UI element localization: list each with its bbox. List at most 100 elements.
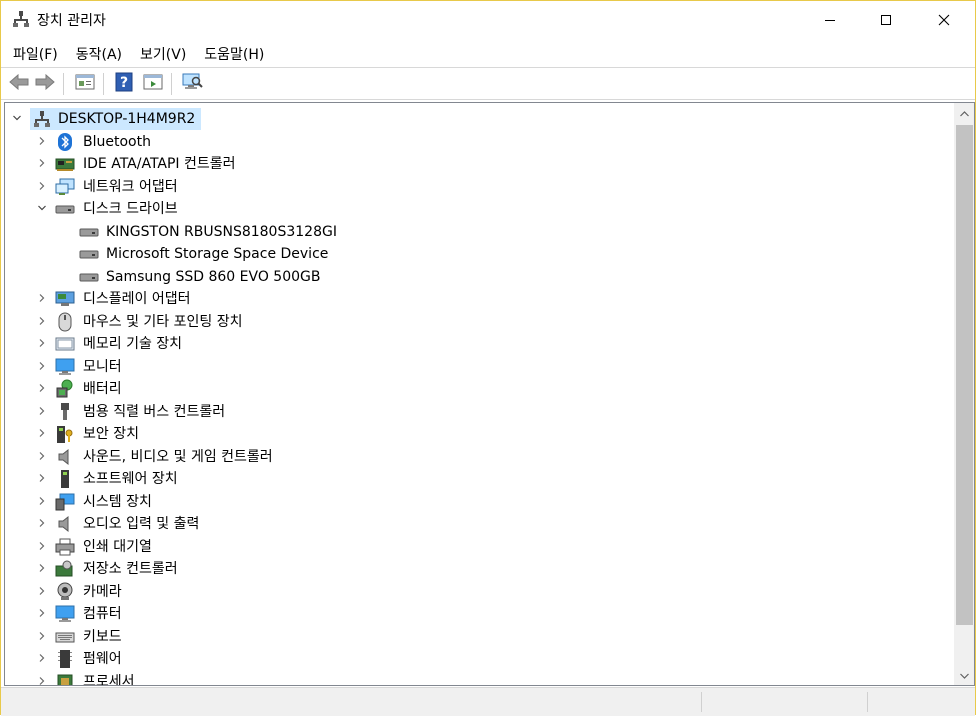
properties-button[interactable]: [73, 72, 97, 96]
svg-text:?: ?: [120, 75, 128, 91]
monitor-icon: [55, 357, 75, 377]
maximize-button[interactable]: [863, 1, 909, 39]
action-icon: [143, 73, 163, 95]
category-collapse-toggle[interactable]: [36, 198, 48, 220]
menu-help[interactable]: 도움말(H): [196, 41, 270, 66]
tree-category-label[interactable]: 소프트웨어 장치: [83, 468, 178, 490]
menu-file[interactable]: 파일(F): [5, 41, 64, 66]
tree-category-label[interactable]: 모니터: [83, 356, 122, 378]
tree-category-label[interactable]: 카메라: [83, 581, 122, 603]
scroll-down-button[interactable]: [954, 665, 974, 685]
category-expand-toggle[interactable]: [36, 131, 48, 153]
network-adapter-icon: [55, 177, 75, 197]
category-expand-toggle[interactable]: [36, 513, 48, 535]
tree-category-label[interactable]: 사운드, 비디오 및 게임 컨트롤러: [83, 446, 273, 468]
chevron-right-icon: [37, 449, 47, 465]
menu-view[interactable]: 보기(V): [132, 41, 192, 66]
tree-category-label[interactable]: 프로세서: [83, 671, 135, 685]
title-bar[interactable]: 장치 관리자: [1, 1, 975, 39]
device-tree-panel[interactable]: DESKTOP-1H4M9R2 Bluetooth IDE ATA/ATAPI 컨…: [4, 102, 975, 686]
category-expand-toggle[interactable]: [36, 176, 48, 198]
category-expand-toggle[interactable]: [36, 288, 48, 310]
action-button[interactable]: [141, 72, 165, 96]
category-expand-toggle[interactable]: [36, 491, 48, 513]
category-expand-toggle[interactable]: [36, 333, 48, 355]
category-expand-toggle[interactable]: [36, 468, 48, 490]
toolbar-separator: [103, 73, 104, 95]
category-expand-toggle[interactable]: [36, 626, 48, 648]
tree-category-label[interactable]: 디스플레이 어댑터: [83, 288, 191, 310]
tree-category-label[interactable]: 저장소 컨트롤러: [83, 558, 178, 580]
chevron-up-icon: [959, 105, 969, 121]
tree-category-label[interactable]: 마우스 및 기타 포인팅 장치: [83, 311, 242, 333]
tree-category-label[interactable]: 오디오 입력 및 출력: [83, 513, 199, 535]
storage-controller-icon: [55, 559, 75, 579]
minimize-button[interactable]: [807, 1, 853, 39]
back-button[interactable]: [7, 72, 31, 96]
mouse-icon: [55, 312, 75, 332]
status-pane: [701, 692, 866, 712]
tree-category-label[interactable]: 시스템 장치: [83, 491, 152, 513]
tree-device-label[interactable]: Samsung SSD 860 EVO 500GB: [106, 266, 320, 288]
tree-category-label[interactable]: Bluetooth: [83, 131, 151, 153]
menu-separator: [1, 67, 975, 68]
tree-category-label[interactable]: 메모리 기술 장치: [83, 333, 182, 355]
toolbar-separator: [63, 73, 64, 95]
tree-device-label[interactable]: KINGSTON RBUSNS8180S3128GI: [106, 221, 337, 243]
root-node-label[interactable]: DESKTOP-1H4M9R2: [58, 108, 195, 130]
category-expand-toggle[interactable]: [36, 153, 48, 175]
vertical-scrollbar[interactable]: [954, 103, 974, 685]
chevron-right-icon: [37, 179, 47, 195]
category-expand-toggle[interactable]: [36, 603, 48, 625]
keyboard-icon: [55, 627, 75, 647]
device-manager-window: 장치 관리자 파일(F) 동작(A) 보기(V) 도움말(H) ? DESKTO…: [0, 0, 976, 716]
menu-action[interactable]: 동작(A): [68, 41, 128, 66]
category-expand-toggle[interactable]: [36, 648, 48, 670]
chevron-down-icon: [12, 111, 22, 127]
category-expand-toggle[interactable]: [36, 671, 48, 685]
scan-hardware-icon: [181, 72, 203, 96]
forward-icon: [35, 73, 55, 94]
category-expand-toggle[interactable]: [36, 581, 48, 603]
tree-category-label[interactable]: 펌웨어: [83, 648, 122, 670]
forward-button[interactable]: [33, 72, 57, 96]
tree-category-label[interactable]: 인쇄 대기열: [83, 536, 152, 558]
tree-category-label[interactable]: 디스크 드라이브: [83, 198, 178, 220]
category-expand-toggle[interactable]: [36, 536, 48, 558]
category-expand-toggle[interactable]: [36, 311, 48, 333]
scrollbar-thumb[interactable]: [956, 125, 973, 625]
processor-icon: [55, 672, 75, 685]
disk-drive-icon: [79, 244, 99, 264]
print-queue-icon: [55, 537, 75, 557]
category-expand-toggle[interactable]: [36, 401, 48, 423]
sound-icon: [55, 447, 75, 467]
tree-category-label[interactable]: 범용 직렬 버스 컨트롤러: [83, 401, 225, 423]
menu-bar: 파일(F) 동작(A) 보기(V) 도움말(H): [1, 41, 274, 67]
category-expand-toggle[interactable]: [36, 446, 48, 468]
category-expand-toggle[interactable]: [36, 356, 48, 378]
chevron-right-icon: [37, 674, 47, 685]
category-expand-toggle[interactable]: [36, 558, 48, 580]
memory-device-icon: [55, 334, 75, 354]
tree-category-label[interactable]: 네트워크 어댑터: [83, 176, 178, 198]
tree-category-label[interactable]: 배터리: [83, 378, 122, 400]
tree-category-label[interactable]: 보안 장치: [83, 423, 139, 445]
root-collapse-toggle[interactable]: [11, 108, 23, 130]
help-button[interactable]: ?: [112, 72, 136, 96]
scroll-up-button[interactable]: [954, 103, 974, 123]
category-expand-toggle[interactable]: [36, 423, 48, 445]
ide-controller-icon: [55, 154, 75, 174]
tree-category-label[interactable]: 컴퓨터: [83, 603, 122, 625]
category-expand-toggle[interactable]: [36, 378, 48, 400]
device-manager-icon: [12, 10, 30, 28]
scan-hardware-button[interactable]: [180, 72, 204, 96]
close-button[interactable]: [921, 1, 967, 39]
system-device-icon: [55, 492, 75, 512]
tree-category-label[interactable]: 키보드: [83, 626, 122, 648]
chevron-right-icon: [37, 629, 47, 645]
chevron-right-icon: [37, 156, 47, 172]
tree-category-label[interactable]: IDE ATA/ATAPI 컨트롤러: [83, 153, 236, 175]
tree-device-label[interactable]: Microsoft Storage Space Device: [106, 243, 328, 265]
window-title: 장치 관리자: [37, 13, 106, 29]
battery-icon: [55, 379, 75, 399]
